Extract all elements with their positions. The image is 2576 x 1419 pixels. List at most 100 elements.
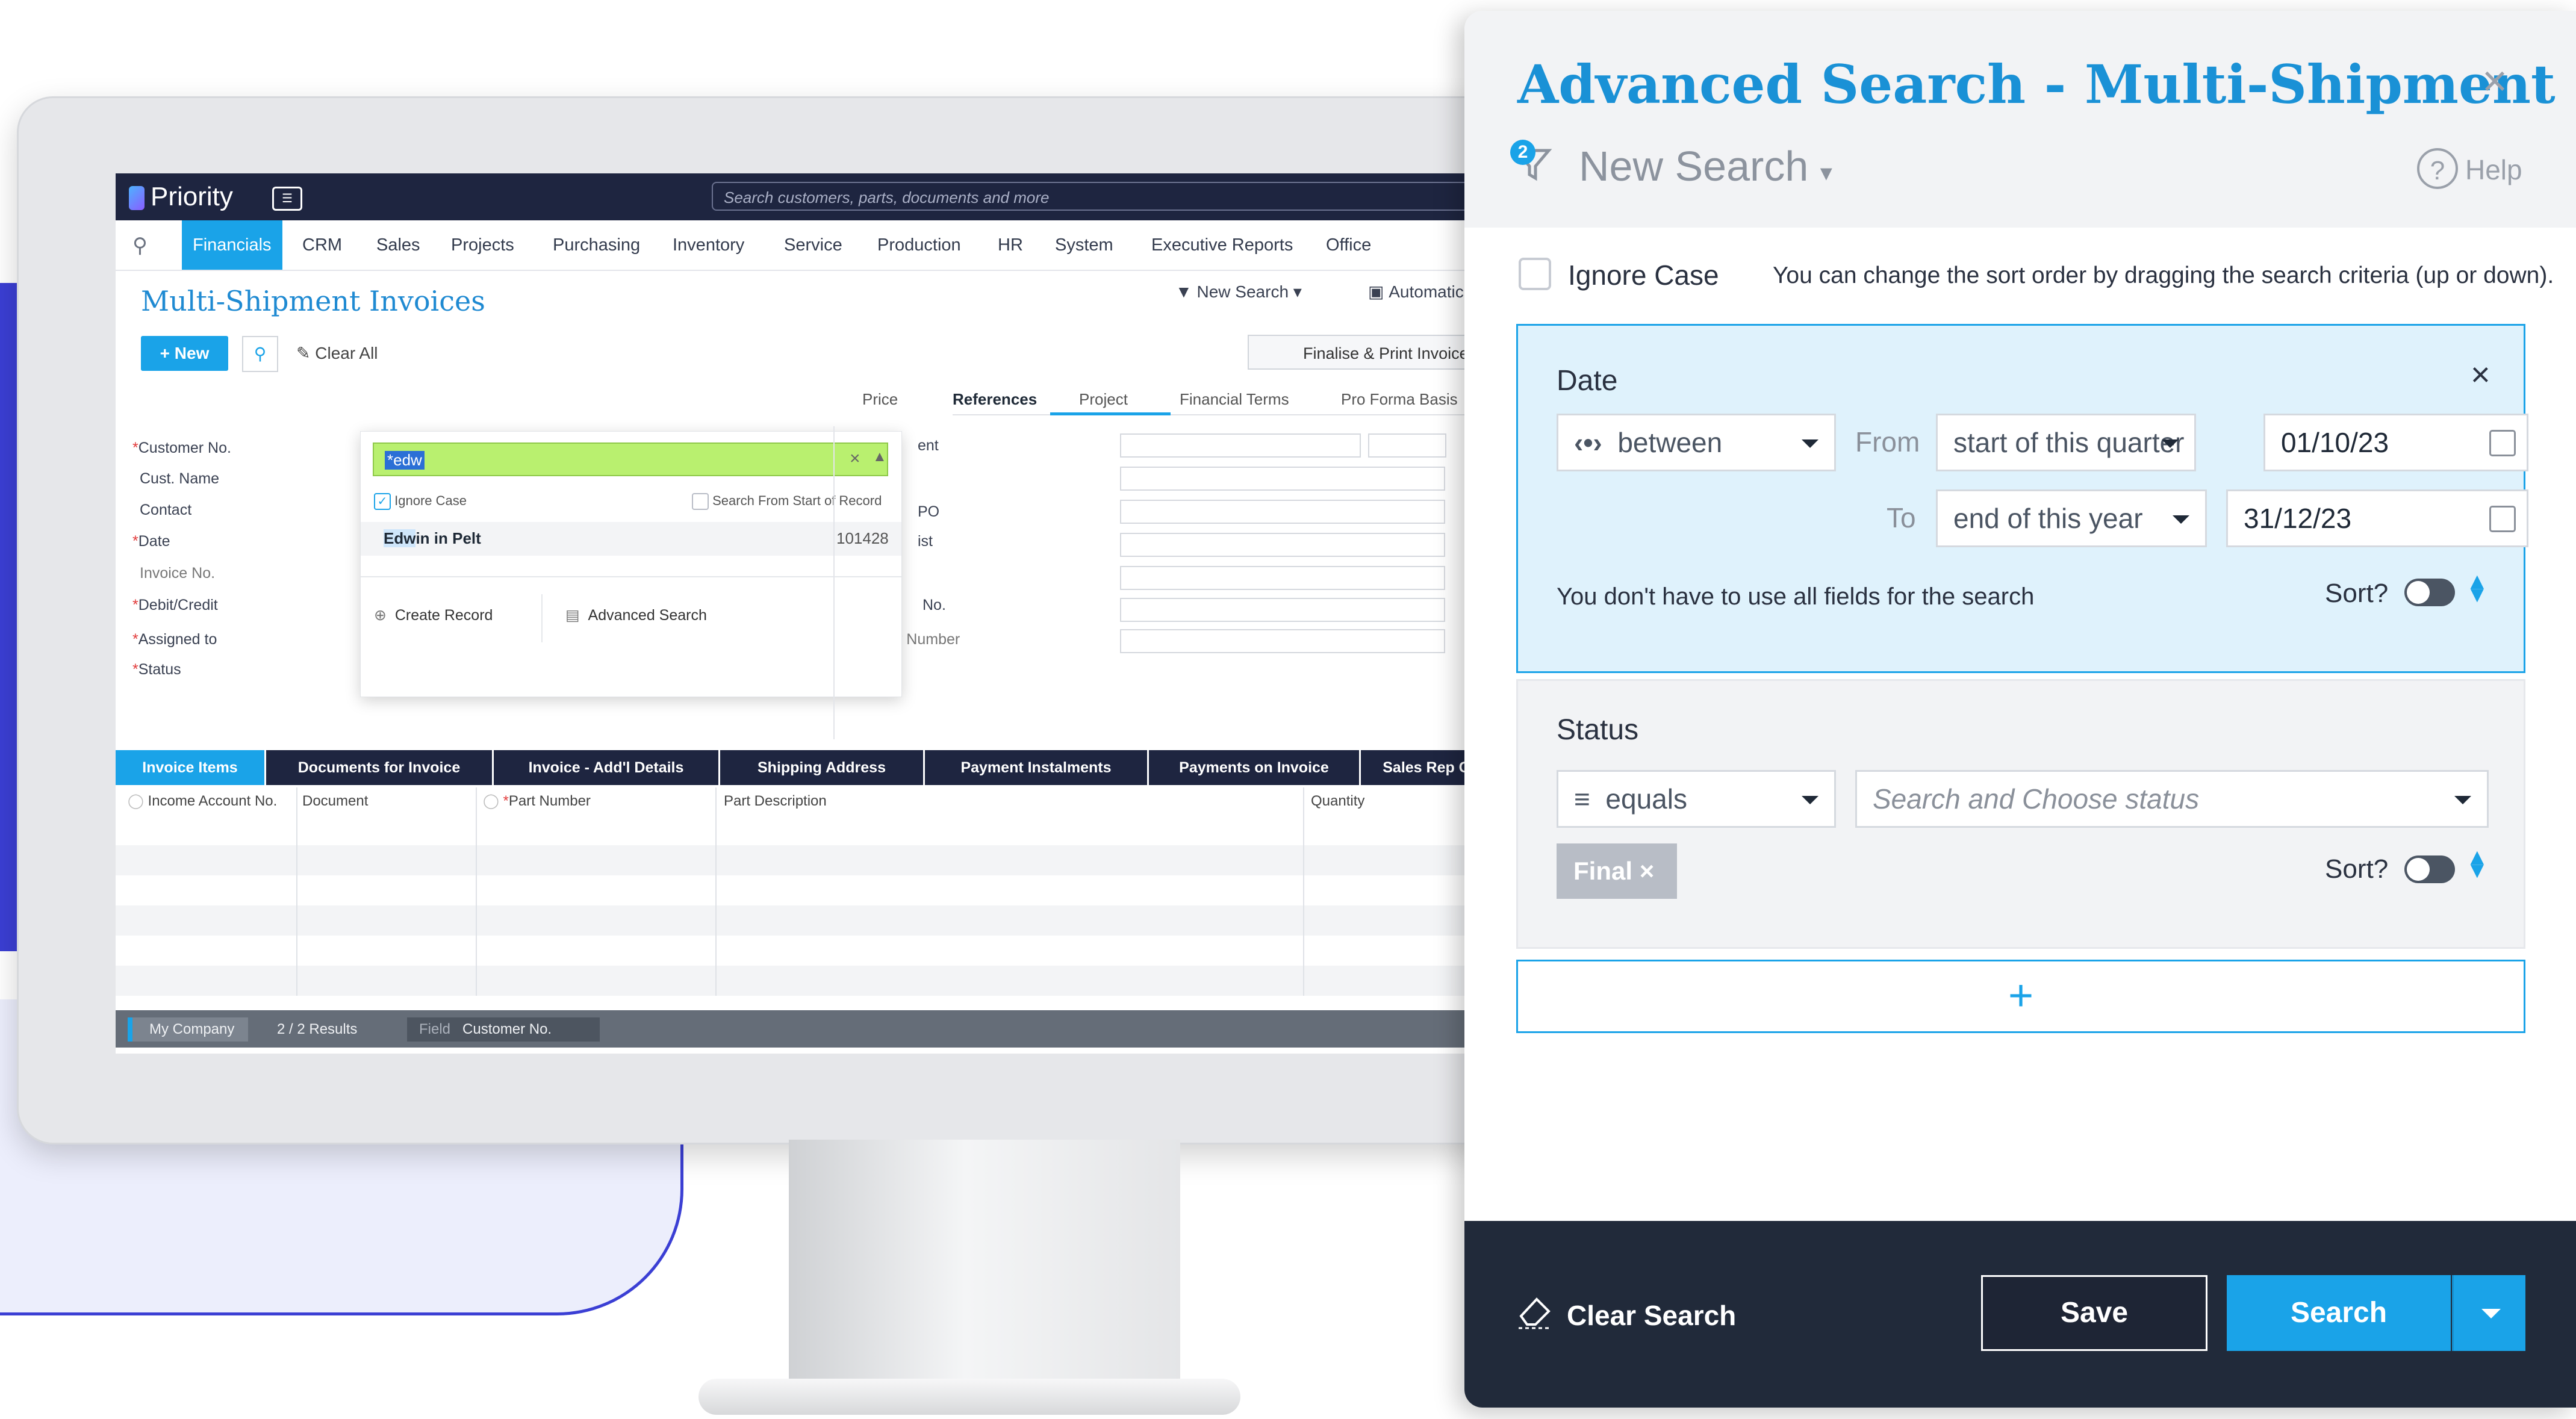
- add-criterion-button[interactable]: +: [1516, 960, 2525, 1033]
- search-options-dropdown[interactable]: [2452, 1275, 2525, 1351]
- tab-project[interactable]: Project: [1079, 384, 1128, 414]
- to-date-input[interactable]: 31/12/23: [2226, 489, 2528, 547]
- grid-col-line: [476, 787, 477, 996]
- menu-inventory[interactable]: Inventory: [673, 220, 744, 270]
- ref-field-4[interactable]: [1120, 533, 1445, 557]
- ref-field-1b[interactable]: [1368, 433, 1446, 458]
- tab-invoice-addl-details[interactable]: Invoice - Add'l Details: [494, 750, 720, 785]
- column-document[interactable]: Document: [302, 787, 368, 815]
- search-from-start-label: Search From Start of Record: [712, 493, 882, 508]
- menu-hr[interactable]: HR: [998, 220, 1023, 270]
- chevron-down-icon: [1802, 796, 1818, 804]
- tab-invoice-items[interactable]: Invoice Items: [116, 750, 266, 785]
- date-sort-toggle[interactable]: [2404, 579, 2455, 606]
- checkbox-checked-icon[interactable]: ✓: [374, 493, 391, 511]
- status-chip-final[interactable]: Final ×: [1557, 843, 1677, 899]
- status-value-select[interactable]: Search and Choose status: [1855, 770, 2489, 828]
- finalise-print-button[interactable]: Finalise & Print Invoice: [1248, 335, 1470, 370]
- date-criterion[interactable]: Date × ‹•› between From start of this qu…: [1516, 324, 2528, 673]
- customer-result-row[interactable]: Edwin in Pelt 101428: [361, 522, 901, 556]
- to-relative-select[interactable]: end of this year: [1936, 489, 2207, 547]
- search-from-start-option[interactable]: Search From Start of Record: [692, 493, 882, 511]
- column-income-account-no[interactable]: ◯ Income Account No.: [128, 787, 277, 815]
- ref-field-5[interactable]: [1120, 566, 1445, 590]
- create-record-button[interactable]: ⊕ Create Record: [374, 606, 493, 624]
- close-icon[interactable]: ×: [2471, 355, 2490, 394]
- tab-shipping-address[interactable]: Shipping Address: [720, 750, 925, 785]
- ignore-case-option[interactable]: ✓ Ignore Case: [374, 493, 467, 511]
- tab-payments-on-invoice[interactable]: Payments on Invoice: [1149, 750, 1361, 785]
- results-count: 2 / 2 Results: [277, 1021, 358, 1037]
- date-operator-select[interactable]: ‹•› between: [1557, 414, 1836, 471]
- search-button[interactable]: Search: [2227, 1275, 2451, 1351]
- ref-field-2[interactable]: [1120, 467, 1445, 491]
- status-criterion[interactable]: Status ≡ equals Search and Choose status…: [1516, 679, 2525, 949]
- entry-number-field[interactable]: [1120, 629, 1445, 653]
- save-button[interactable]: Save: [1981, 1275, 2207, 1351]
- global-search-input[interactable]: Search customers, parts, documents and m…: [712, 182, 1470, 211]
- menu-purchasing[interactable]: Purchasing: [553, 220, 640, 270]
- invoice-items-grid[interactable]: [116, 815, 1470, 996]
- search-icon[interactable]: ⚲: [132, 234, 148, 258]
- close-icon[interactable]: ×: [2482, 57, 2507, 106]
- menu-executive-reports[interactable]: Executive Reports: [1151, 220, 1293, 270]
- menu-service[interactable]: Service: [784, 220, 842, 270]
- menu-production[interactable]: Production: [877, 220, 961, 270]
- tab-sales-rep[interactable]: Sales Rep C: [1361, 750, 1470, 785]
- help-button[interactable]: ? Help: [2417, 148, 2522, 189]
- ref-field-1[interactable]: [1120, 433, 1361, 458]
- calendar-icon[interactable]: [2489, 430, 2516, 456]
- chevron-down-icon: [1802, 439, 1818, 448]
- column-part-number[interactable]: ◯ *Part Number: [483, 787, 591, 815]
- status-operator-select[interactable]: ≡ equals: [1557, 770, 1836, 828]
- panel-footer: Clear Search Save Search: [1464, 1221, 2576, 1408]
- column-part-description[interactable]: Part Description: [724, 787, 827, 815]
- active-tab-indicator: [1050, 412, 1171, 415]
- label-fragment-no: No.: [922, 597, 946, 613]
- calendar-icon[interactable]: [2489, 506, 2516, 532]
- tab-financial-terms[interactable]: Financial Terms: [1180, 384, 1289, 414]
- ignore-case-checkbox[interactable]: [1519, 258, 1551, 290]
- advanced-search-panel: Advanced Search - Multi-Shipment I... × …: [1464, 11, 2576, 1408]
- sort-updown-icon[interactable]: ▲ ▼: [2466, 570, 2489, 606]
- tab-payment-instalments[interactable]: Payment Instalments: [925, 750, 1149, 785]
- panel-title: Advanced Search - Multi-Shipment I...: [1517, 53, 2576, 116]
- clear-all-button[interactable]: ✎ Clear All: [296, 343, 378, 363]
- remove-chip-icon[interactable]: ×: [1640, 857, 1655, 885]
- dropdown-sep: [541, 594, 543, 642]
- menu-sales[interactable]: Sales: [376, 220, 420, 270]
- chevron-up-icon[interactable]: ▲: [873, 449, 887, 465]
- from-relative-select[interactable]: start of this quarter: [1936, 414, 2196, 471]
- advanced-search-link[interactable]: ▤ Advanced Search: [565, 606, 707, 624]
- automatic-menu[interactable]: ▣ Automatic: [1368, 282, 1464, 302]
- status-sort-toggle[interactable]: [2404, 855, 2455, 883]
- date-criterion-title: Date: [1557, 365, 1618, 397]
- from-date-input[interactable]: 01/10/23: [2263, 414, 2528, 471]
- decor-bar: [0, 283, 18, 951]
- clear-search-button[interactable]: Clear Search: [1567, 1299, 1736, 1332]
- new-search-dropdown[interactable]: New Search ▾: [1579, 142, 1832, 190]
- menu-office[interactable]: Office: [1326, 220, 1371, 270]
- column-quantity[interactable]: Quantity: [1311, 787, 1364, 815]
- id-card-icon[interactable]: ☰: [272, 187, 302, 211]
- tab-references[interactable]: References: [953, 384, 1037, 414]
- chevron-down-icon: [2173, 515, 2189, 524]
- new-search-menu[interactable]: ▼ New Search ▾: [1175, 282, 1302, 302]
- from-date-value: 01/10/23: [2281, 427, 2389, 458]
- menu-system[interactable]: System: [1055, 220, 1113, 270]
- tab-price[interactable]: Price: [862, 384, 898, 414]
- menu-financials[interactable]: Financials: [182, 220, 282, 270]
- clear-icon[interactable]: ×: [850, 449, 860, 469]
- company-selector[interactable]: My Company: [128, 1017, 248, 1042]
- new-record-button[interactable]: + New: [141, 336, 228, 371]
- tab-pro-forma-basis[interactable]: Pro Forma Basis: [1341, 384, 1458, 414]
- checkbox-icon[interactable]: [692, 493, 709, 511]
- ref-field-3[interactable]: [1120, 500, 1445, 524]
- tab-documents-for-invoice[interactable]: Documents for Invoice: [266, 750, 494, 785]
- menu-projects[interactable]: Projects: [451, 220, 514, 270]
- search-icon[interactable]: ⚲: [242, 336, 278, 372]
- customer-search-input[interactable]: *edw × ▲: [373, 442, 888, 476]
- menu-crm[interactable]: CRM: [302, 220, 342, 270]
- ref-field-6[interactable]: [1120, 598, 1445, 622]
- sort-updown-icon[interactable]: ▲ ▼: [2466, 846, 2489, 882]
